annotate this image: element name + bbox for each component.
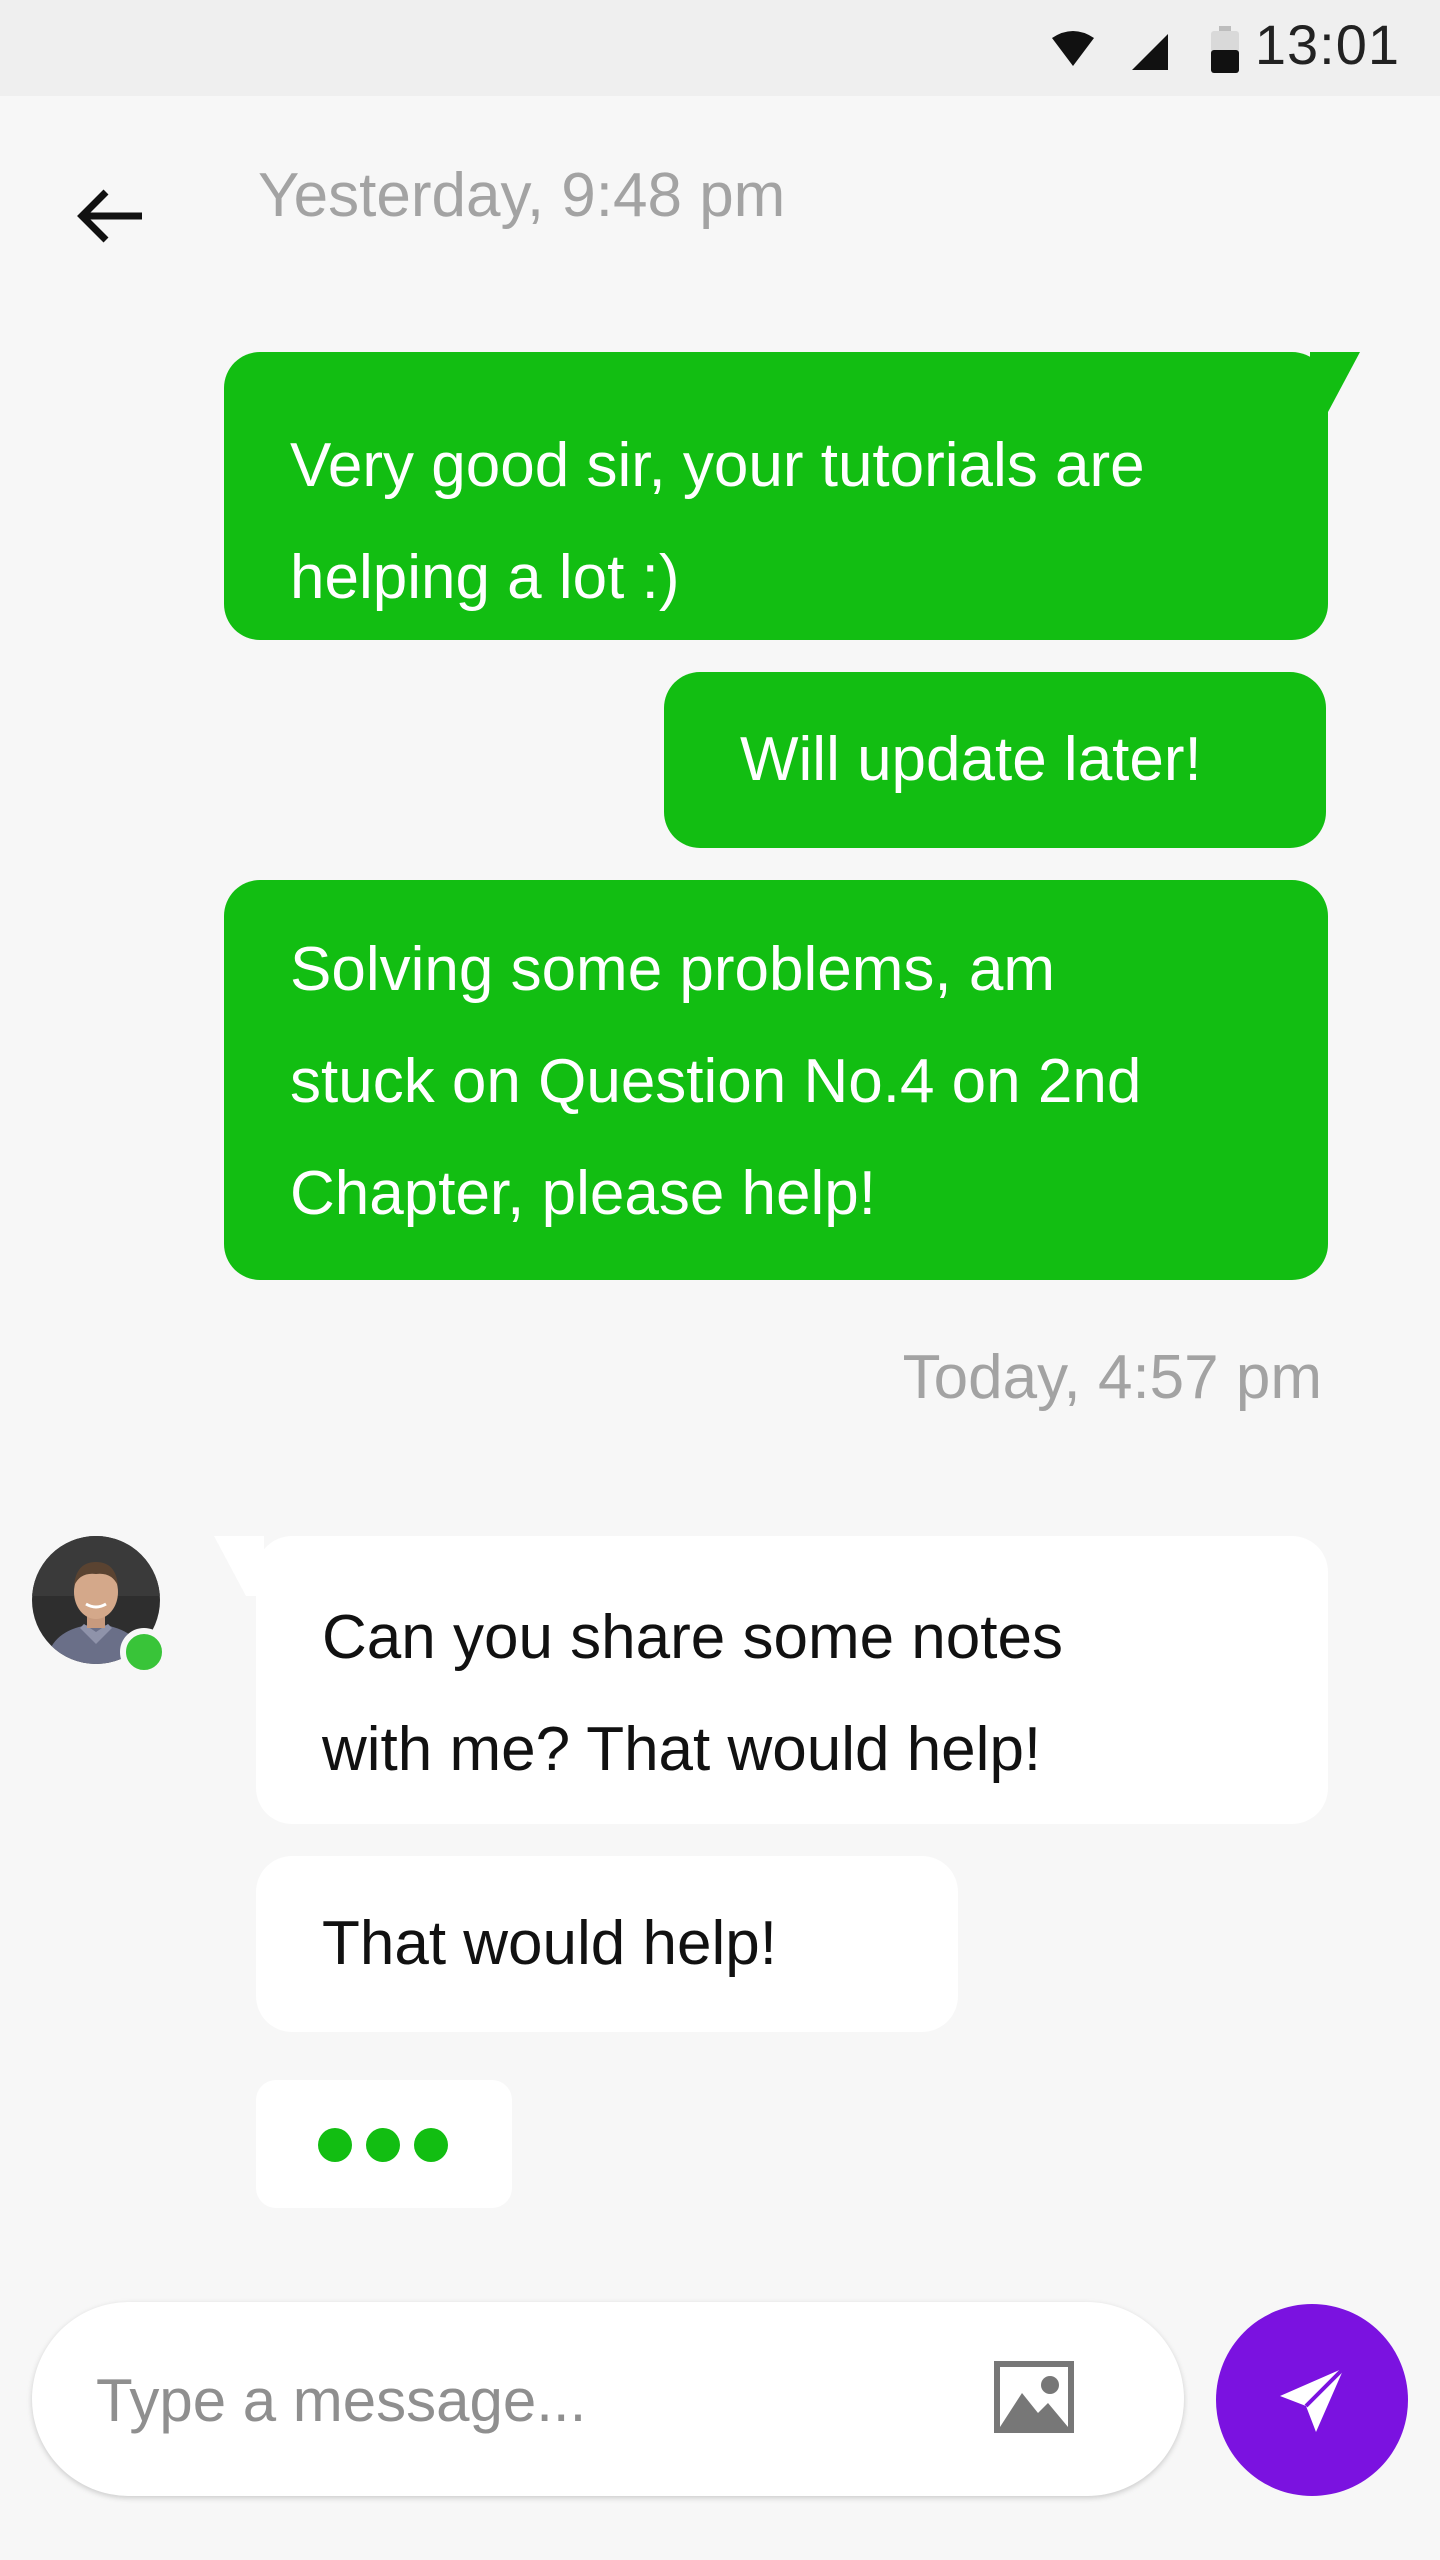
attach-image-button[interactable] — [992, 2359, 1076, 2439]
received-message[interactable]: Can you share some notes with me? That w… — [256, 1536, 1328, 1824]
message-date: Today, 4:57 pm — [902, 1343, 1322, 1412]
send-icon — [1280, 2366, 1346, 2432]
signal-icon — [1132, 34, 1168, 70]
wifi-icon — [1052, 31, 1094, 66]
chat-screen: 13:01 Yesterday, 9:48 pm Very good sir, … — [0, 0, 1440, 2560]
send-button[interactable] — [1216, 2304, 1408, 2496]
status-bar: 13:01 — [0, 0, 1440, 96]
typing-indicator — [256, 2080, 512, 2208]
arrow-left-icon — [77, 189, 142, 243]
sent-message[interactable]: Will update later! — [664, 672, 1326, 848]
typing-dot — [318, 2128, 352, 2162]
message-composer — [32, 2302, 1184, 2498]
battery-icon — [1211, 26, 1239, 73]
typing-dot — [366, 2128, 400, 2162]
back-button[interactable] — [64, 168, 160, 264]
image-icon — [994, 2361, 1074, 2433]
sent-message[interactable]: Very good sir, your tutorials are helpin… — [224, 352, 1328, 640]
sent-message[interactable]: Solving some problems, am stuck on Quest… — [224, 880, 1328, 1280]
chat-header: Yesterday, 9:48 pm — [0, 96, 1440, 306]
typing-dot — [414, 2128, 448, 2162]
received-message[interactable]: That would help! — [256, 1856, 958, 2032]
online-status-dot — [120, 1628, 168, 1676]
status-time: 13:01 — [1254, 13, 1400, 76]
message-input[interactable] — [94, 2302, 958, 2498]
bubble-tail — [1310, 352, 1360, 412]
conversation-date: Yesterday, 9:48 pm — [258, 161, 786, 230]
